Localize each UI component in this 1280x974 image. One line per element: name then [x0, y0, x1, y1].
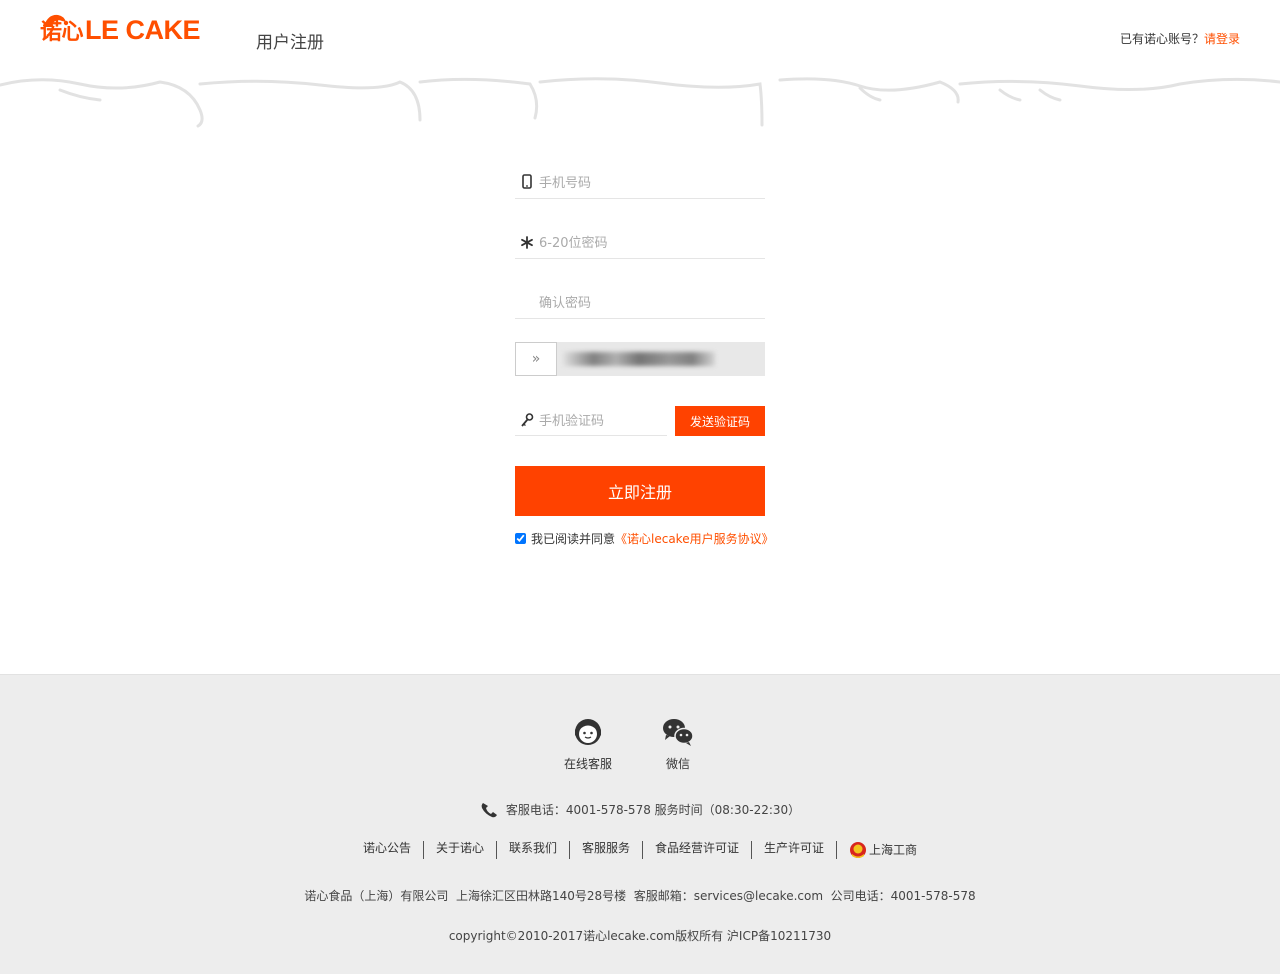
agree-text: 我已阅读并同意	[531, 532, 616, 546]
login-link[interactable]: 请登录	[1204, 32, 1240, 46]
phone-input[interactable]	[539, 170, 759, 196]
confirm-field-wrap	[515, 286, 765, 319]
footer-icons: 在线客服 微信	[563, 717, 703, 772]
link-about[interactable]: 关于诺心	[424, 841, 497, 859]
phone-field-wrap	[515, 166, 765, 199]
telephone-icon	[481, 802, 497, 817]
password-input[interactable]	[539, 230, 759, 256]
service-phone: 客服电话：4001-578-578 服务时间（08:30-22:30）	[0, 801, 1280, 818]
footer: 在线客服 微信 客服电话：4001-578-578 服务时间（08:30-22:…	[0, 674, 1280, 974]
sms-row: 发送验证码	[515, 406, 765, 436]
asterisk-icon	[521, 236, 533, 249]
double-chevron-icon: »	[531, 351, 541, 367]
confirm-password-input[interactable]	[539, 290, 759, 316]
service-phone-text: 客服电话：4001-578-578 服务时间（08:30-22:30）	[505, 803, 801, 817]
wechat-icon	[663, 719, 694, 746]
header: 诺心LE CAKE 用户注册 已有诺心账号？请登录	[0, 0, 1280, 130]
mobile-phone-icon	[522, 174, 532, 189]
login-hint: 已有诺心账号？请登录	[1120, 30, 1240, 47]
link-announcement[interactable]: 诺心公告	[351, 841, 424, 859]
link-shanghai-aic[interactable]: 上海工商	[837, 841, 929, 859]
register-button[interactable]: 立即注册	[515, 466, 765, 516]
slide-captcha[interactable]: »	[515, 342, 765, 376]
customer-service-icon	[575, 719, 601, 745]
send-code-button[interactable]: 发送验证码	[675, 406, 765, 436]
wechat[interactable]: 微信	[653, 717, 703, 772]
online-service[interactable]: 在线客服	[563, 717, 613, 772]
wechat-label: 微信	[665, 757, 690, 771]
agreement-row: 我已阅读并同意 《诺心lecake用户服务协议》	[515, 530, 774, 547]
key-icon	[521, 413, 534, 427]
slider-hint-blurred	[563, 352, 715, 366]
sms-field-wrap	[515, 406, 667, 436]
copyright: copyright©2010-2017诺心lecake.com版权所有 沪ICP…	[448, 929, 832, 943]
sms-code-input[interactable]	[539, 408, 664, 434]
logo-en: LE CAKE	[85, 15, 201, 45]
slider-handle[interactable]: »	[515, 342, 557, 376]
link-customer-service[interactable]: 客服服务	[570, 841, 643, 859]
santa-hat-icon	[43, 14, 68, 27]
company-address: 诺心食品（上海）有限公司 上海徐汇区田林路140号28号楼 客服邮箱：servi…	[304, 889, 976, 903]
online-service-label: 在线客服	[563, 757, 612, 771]
page-title: 用户注册	[256, 33, 324, 53]
link-food-license[interactable]: 食品经营许可证	[643, 841, 753, 859]
link-shanghai-aic-label: 上海工商	[869, 843, 918, 857]
footer-links: 诺心公告 关于诺心 联系我们 客服服务 食品经营许可证 生产许可证 上海工商	[0, 841, 1280, 859]
link-production-license[interactable]: 生产许可证	[752, 841, 838, 859]
frosting-decoration	[0, 77, 1280, 128]
login-prompt: 已有诺心账号？	[1119, 32, 1204, 46]
password-field-wrap	[515, 226, 765, 259]
agree-checkbox[interactable]	[515, 533, 526, 544]
logo[interactable]: 诺心LE CAKE	[40, 12, 201, 52]
agreement-link[interactable]: 《诺心lecake用户服务协议》	[615, 530, 774, 547]
register-form: » 发送验证码 立即注册 我已阅读并同意《诺心lecake用户服务协议》	[515, 166, 774, 547]
aic-emblem-icon	[850, 842, 867, 858]
link-contact[interactable]: 联系我们	[497, 841, 570, 859]
